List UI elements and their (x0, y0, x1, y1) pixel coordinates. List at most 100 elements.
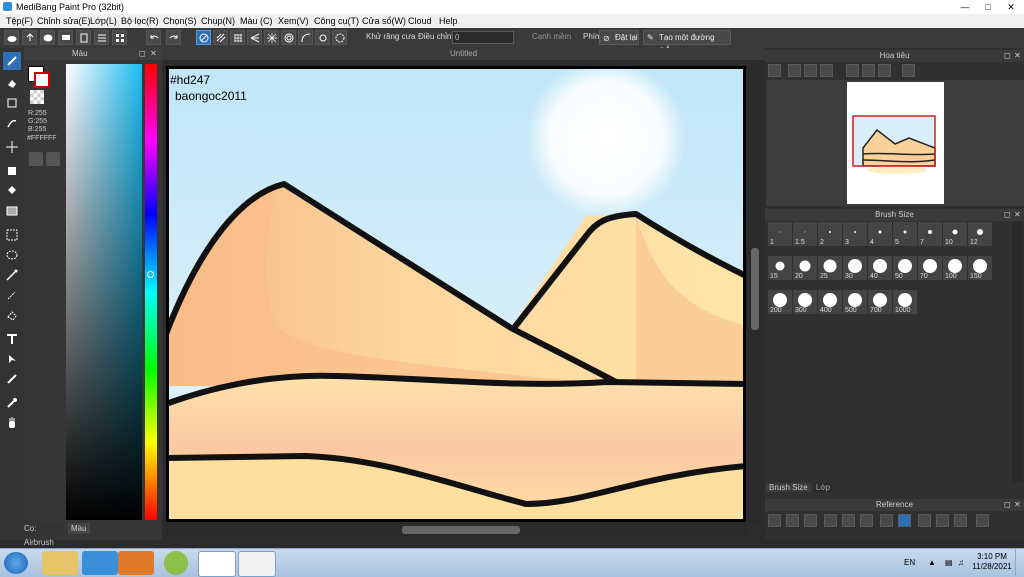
list-icon[interactable] (94, 30, 109, 45)
brush-tool-icon[interactable] (3, 52, 21, 70)
radial-snap-icon[interactable] (264, 30, 279, 45)
select-eraser-icon[interactable] (3, 306, 21, 324)
zoom-in-icon[interactable] (768, 64, 781, 77)
brush-size-cell[interactable]: 4 (868, 222, 892, 246)
chat-icon[interactable] (40, 30, 55, 45)
adjust-select[interactable]: 0 (452, 31, 514, 44)
divide-icon[interactable] (3, 370, 21, 388)
close-button[interactable]: ✕ (1000, 1, 1022, 13)
page-icon[interactable] (76, 30, 91, 45)
brush-size-cell[interactable]: 1.5 (793, 222, 817, 246)
settings-snap-icon[interactable] (315, 30, 330, 45)
gradient-icon[interactable] (3, 202, 21, 220)
navigator-float-icon[interactable]: ◻ (1004, 50, 1011, 62)
hue-slider[interactable] (145, 64, 157, 520)
brush-size-cell[interactable]: 12 (968, 222, 992, 246)
cloud-download-icon[interactable] (768, 514, 781, 527)
brush-size-cell[interactable]: 15 (768, 256, 792, 280)
redo-icon[interactable] (166, 30, 181, 45)
minimize-button[interactable]: — (954, 1, 976, 13)
menu-cloud[interactable]: Cloud (406, 14, 434, 28)
shape-fill-icon[interactable] (3, 162, 21, 180)
layer-tab[interactable]: Lớp (812, 483, 834, 492)
operation-icon[interactable] (3, 350, 21, 368)
brush-size-cell[interactable]: 400 (818, 290, 842, 314)
brush-size-float-icon[interactable]: ◻ (1004, 209, 1011, 221)
explorer-icon[interactable] (42, 551, 78, 575)
maximize-button[interactable]: □ (977, 1, 999, 13)
reference-rotate-left-icon[interactable] (918, 514, 931, 527)
menu-tools[interactable]: Công cụ(T) (312, 14, 361, 28)
brush-size-cell[interactable]: 70 (918, 256, 942, 280)
menu-file[interactable]: Tệp(F) (4, 14, 35, 28)
snap-off-icon[interactable] (196, 30, 211, 45)
reference-float-icon[interactable]: ◻ (1004, 499, 1011, 511)
brush-size-cell[interactable]: 2 (818, 222, 842, 246)
select-rect-icon[interactable] (3, 226, 21, 244)
folder-open-icon[interactable] (786, 514, 799, 527)
brush-size-cell[interactable]: 40 (868, 256, 892, 280)
vertical-scroll-thumb[interactable] (751, 248, 759, 330)
grid-icon[interactable] (112, 30, 127, 45)
network-icon[interactable]: ▤ (945, 558, 953, 567)
cross-snap-icon[interactable] (230, 30, 245, 45)
reference-close-icon[interactable]: ✕ (1014, 499, 1021, 511)
zalo-icon[interactable] (198, 551, 236, 577)
menu-help[interactable]: Help (437, 14, 460, 28)
eraser-tool-icon[interactable] (3, 74, 21, 92)
reference-reset-icon[interactable] (936, 514, 949, 527)
reference-hand-icon[interactable] (898, 514, 911, 527)
reference-eyedropper-icon[interactable] (880, 514, 893, 527)
parallel-snap-icon[interactable] (213, 30, 228, 45)
brush-size-scrollbar[interactable] (1012, 222, 1022, 482)
menu-edit[interactable]: Chỉnh sửa(E) (35, 14, 93, 28)
brush-size-cell[interactable]: 200 (768, 290, 792, 314)
brush-size-cell[interactable]: 30 (843, 256, 867, 280)
gear-icon[interactable] (332, 30, 347, 45)
clock[interactable]: 3:10 PM 11/28/2021 (972, 552, 1012, 572)
medibang-icon[interactable] (238, 551, 276, 577)
artwork-canvas[interactable]: #hd247 baongoc2011 (166, 66, 746, 522)
brush-size-cell[interactable]: 5 (893, 222, 917, 246)
move-tool-icon[interactable] (3, 138, 21, 156)
color-tab[interactable]: Màu (68, 523, 90, 534)
brush-size-cell[interactable]: 100 (943, 256, 967, 280)
menu-layer[interactable]: Lớp(L) (88, 14, 119, 28)
brush-size-tab[interactable]: Brush Size (766, 483, 811, 492)
hue-slider-handle[interactable] (147, 271, 154, 278)
transparent-color-swatch[interactable] (30, 90, 44, 104)
background-color-swatch[interactable] (34, 72, 50, 88)
start-button[interactable] (4, 552, 28, 574)
menu-filter[interactable]: Bộ lọc(R) (119, 14, 161, 28)
reference-zoom-in-icon[interactable] (824, 514, 837, 527)
upload-icon[interactable] (22, 30, 37, 45)
brush-size-cell[interactable]: 10 (943, 222, 967, 246)
menu-window[interactable]: Cửa sổ(W) (360, 14, 408, 28)
menu-capture[interactable]: Chụp(N) (199, 14, 237, 28)
brush-size-cell[interactable]: 500 (843, 290, 867, 314)
media-player-icon[interactable] (118, 551, 154, 575)
curve-snap-icon[interactable] (298, 30, 313, 45)
saturation-value-picker[interactable] (66, 64, 142, 520)
vanishing-snap-icon[interactable] (247, 30, 262, 45)
panel-close-icon[interactable]: ✕ (150, 48, 157, 60)
zoom-in-small-icon[interactable] (788, 64, 801, 77)
cloud-icon[interactable] (4, 30, 19, 45)
lasso-icon[interactable] (3, 246, 21, 264)
brush-size-cell[interactable]: 1 (768, 222, 792, 246)
brush-size-cell[interactable]: 150 (968, 256, 992, 280)
panel-float-icon[interactable]: ◻ (139, 48, 146, 60)
color-picker-icon[interactable] (46, 152, 60, 166)
magic-wand-icon[interactable] (3, 266, 21, 284)
rotate-right-icon[interactable] (878, 64, 891, 77)
blur-tool-icon[interactable] (3, 114, 21, 132)
hand-icon[interactable] (3, 414, 21, 432)
document-tab[interactable]: Untitled (162, 48, 765, 60)
menu-view[interactable]: Xem(V) (276, 14, 311, 28)
undo-icon[interactable] (146, 30, 161, 45)
reference-rotate-right-icon[interactable] (954, 514, 967, 527)
bucket-icon[interactable] (3, 182, 21, 200)
palette-icon[interactable] (29, 152, 43, 166)
comment-icon[interactable] (58, 30, 73, 45)
show-desktop-button[interactable] (1015, 549, 1024, 576)
